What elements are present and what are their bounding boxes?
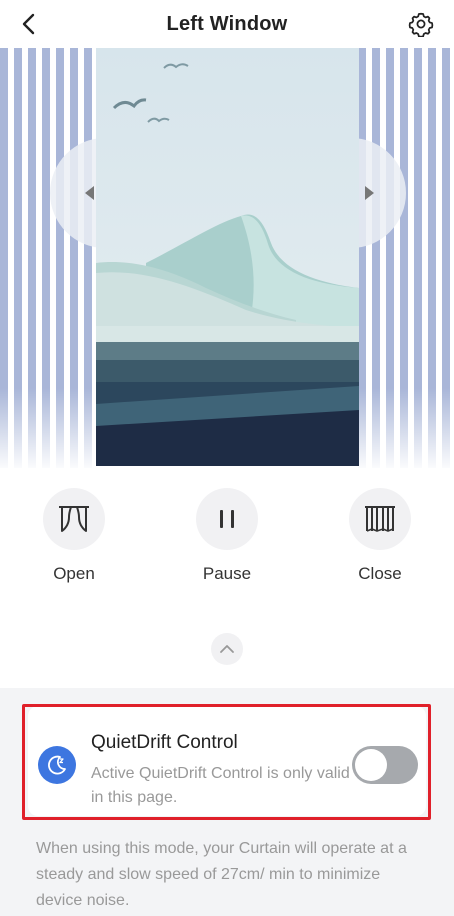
open-button-circle[interactable] (43, 488, 105, 550)
curtain-controls: Open Pause Close (0, 488, 454, 598)
chevron-up-icon (220, 645, 234, 653)
curtain-preview (0, 48, 454, 468)
mode-panel: QuietDrift Control Active QuietDrift Con… (0, 688, 454, 916)
quietdrift-footnote: When using this mode, your Curtain will … (36, 840, 407, 909)
close-label: Close (358, 564, 402, 583)
chevron-left-icon (22, 13, 35, 35)
window-scenery (96, 48, 359, 466)
pause-label: Pause (202, 564, 252, 583)
back-button[interactable] (14, 10, 42, 38)
triangle-left-icon (85, 186, 94, 200)
open-label: Open (53, 564, 95, 583)
top-bar: Left Window (0, 0, 454, 48)
page-title: Left Window (166, 12, 288, 35)
pause-icon (220, 510, 234, 528)
gear-icon (408, 12, 434, 37)
curtain-closed-icon (365, 506, 395, 532)
curtain-open-icon (59, 506, 89, 532)
close-button-circle[interactable] (349, 488, 411, 550)
close-button[interactable]: Close (335, 488, 425, 584)
collapse-button[interactable] (211, 633, 243, 665)
open-button[interactable]: Open (29, 488, 119, 584)
pause-button[interactable]: Pause (182, 488, 272, 584)
triangle-right-icon (365, 186, 374, 200)
settings-button[interactable] (406, 9, 436, 39)
landscape-illustration (96, 48, 359, 466)
pause-button-circle[interactable] (196, 488, 258, 550)
highlight-box (22, 704, 431, 820)
